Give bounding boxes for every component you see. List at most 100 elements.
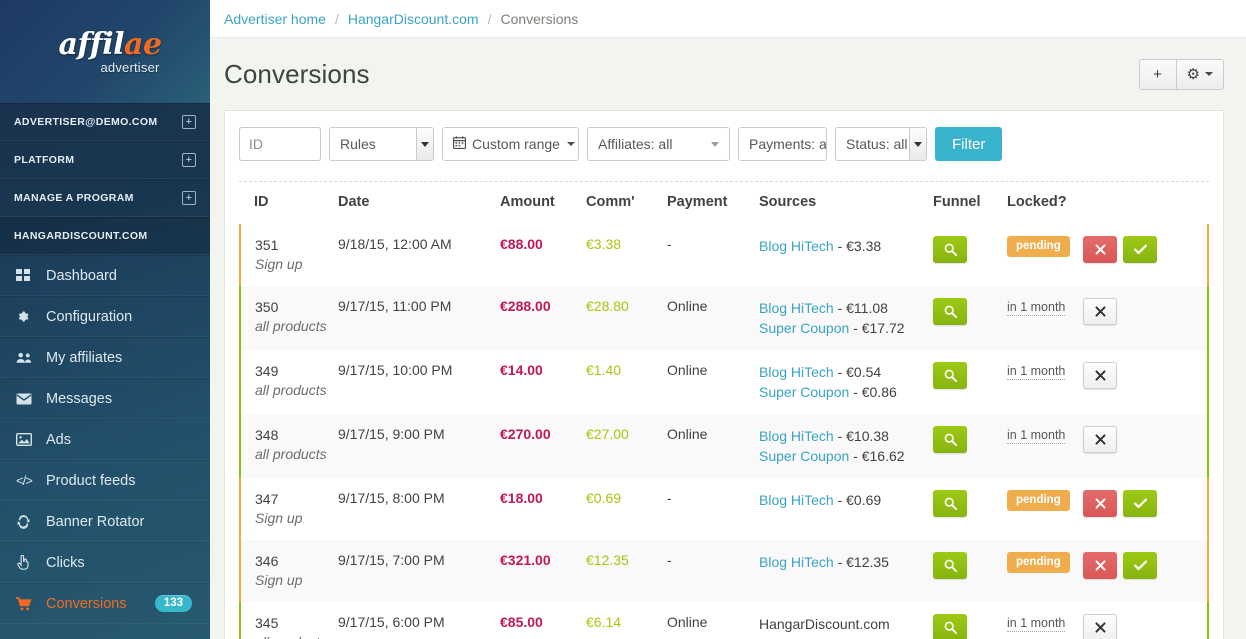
logo-area[interactable]: affilae advertiser (0, 0, 210, 103)
sidebar-item-product-feeds[interactable]: </> Product feeds (0, 460, 210, 501)
reject-conversion-button[interactable] (1083, 552, 1117, 579)
sidebar-item-configuration[interactable]: Configuration (0, 296, 210, 337)
sidebar-item-dashboard[interactable]: Dashboard (0, 255, 210, 296)
source-link[interactable]: Super Coupon (759, 448, 849, 464)
rules-filter-select[interactable]: Rules (329, 127, 434, 161)
conversion-id: 346 (255, 553, 279, 569)
source-link[interactable]: Blog HiTech (759, 428, 834, 444)
table-row[interactable]: 346 Sign up 9/17/15, 7:00 PM €321.00 €12.35 -… (239, 540, 1209, 602)
source-line[interactable]: Blog HiTech - €10.38 (759, 426, 933, 446)
table-row[interactable]: 347 Sign up 9/17/15, 8:00 PM €18.00 €0.69 - Bl… (239, 478, 1209, 540)
conversion-type: all products (255, 318, 327, 334)
status-filter-select[interactable]: Status: all (835, 127, 927, 161)
view-funnel-button[interactable] (933, 236, 967, 263)
source-link[interactable]: Blog HiTech (759, 492, 834, 508)
cell-commission: €0.69 (586, 478, 667, 540)
sidebar-item-label: My affiliates (46, 349, 123, 366)
source-link[interactable]: Super Coupon (759, 320, 849, 336)
sidebar-section-manage-program[interactable]: MANAGE A PROGRAM + (0, 179, 210, 217)
cell-funnel (933, 286, 1007, 350)
page-header: Conversions + ⚙ (210, 38, 1246, 110)
sidebar-section-account[interactable]: ADVERTISER@DEMO.COM + (0, 103, 210, 141)
sidebar-item-messages[interactable]: Messages (0, 378, 210, 419)
table-header-row: ID Date Amount Comm' Payment Sources Fun… (240, 182, 1208, 224)
plus-icon[interactable]: + (182, 191, 196, 205)
plus-icon[interactable]: + (182, 153, 196, 167)
sidebar-item-label: Messages (46, 390, 113, 407)
affiliates-filter-select[interactable]: Affiliates: all (587, 127, 730, 161)
cancel-conversion-button[interactable] (1083, 362, 1117, 389)
source-line[interactable]: Blog HiTech - €11.08 (759, 298, 933, 318)
view-funnel-button[interactable] (933, 298, 967, 325)
source-line[interactable]: Blog HiTech - €12.35 (759, 552, 933, 572)
commission-value: €1.40 (586, 362, 622, 378)
sidebar-section-platform[interactable]: PLATFORM + (0, 141, 210, 179)
cancel-conversion-button[interactable] (1083, 298, 1117, 325)
locked-until-text[interactable]: in 1 month (1007, 364, 1066, 380)
view-funnel-button[interactable] (933, 552, 967, 579)
column-header-funnel: Funnel (933, 194, 981, 210)
chevron-down-icon[interactable] (416, 128, 433, 160)
sidebar-item-my-affiliates[interactable]: My affiliates (0, 337, 210, 378)
source-link[interactable]: Blog HiTech (759, 238, 834, 254)
reject-conversion-button[interactable] (1083, 236, 1117, 263)
view-funnel-button[interactable] (933, 362, 967, 389)
cell-amount: €270.00 (500, 414, 586, 478)
validate-conversion-button[interactable] (1123, 236, 1157, 263)
column-header-sources: Sources (759, 194, 817, 210)
locked-until-text[interactable]: in 1 month (1007, 428, 1066, 444)
source-line[interactable]: Blog HiTech - €0.54 (759, 362, 933, 382)
table-row[interactable]: 351 Sign up 9/18/15, 12:00 AM €88.00 €3.38 - B… (239, 224, 1209, 286)
source-line[interactable]: Blog HiTech - €0.69 (759, 490, 933, 510)
conversion-type: Sign up (255, 510, 303, 526)
source-line[interactable]: Blog HiTech - €2.36 (759, 634, 933, 639)
source-line[interactable]: Blog HiTech - €3.38 (759, 236, 933, 256)
table-row[interactable]: 345 all products9/17/15, 6:00 PM €85.00 €6.… (239, 602, 1209, 639)
cell-sources: HangarDiscount.comBlog HiTech - €2.36...… (759, 602, 933, 639)
view-funnel-button[interactable] (933, 426, 967, 453)
settings-dropdown-button[interactable]: ⚙ (1176, 58, 1224, 90)
cancel-conversion-button[interactable] (1083, 426, 1117, 453)
column-header-amount: Amount (500, 194, 555, 210)
locked-until-text[interactable]: in 1 month (1007, 616, 1066, 632)
sidebar-item-ads[interactable]: Ads (0, 419, 210, 460)
cell-date: 9/17/15, 10:00 PM (338, 362, 453, 378)
filter-button[interactable]: Filter (935, 127, 1003, 161)
cell-id: 348 all products (239, 414, 338, 478)
chevron-down-icon[interactable] (909, 128, 926, 160)
sidebar-item-clicks[interactable]: Clicks (0, 542, 210, 583)
source-line[interactable]: Super Coupon - €16.62 (759, 446, 933, 466)
column-header-payment: Payment (667, 194, 728, 210)
sidebar-item-conversions[interactable]: Conversions 133 (0, 583, 210, 624)
table-row[interactable]: 350 all products 9/17/15, 11:00 PM €288.00 €… (239, 286, 1209, 350)
cancel-conversion-button[interactable] (1083, 614, 1117, 639)
column-header-locked: Locked? (1007, 194, 1067, 210)
conversion-id: 348 (255, 427, 279, 443)
source-link[interactable]: Blog HiTech (759, 300, 834, 316)
add-conversion-button[interactable]: + (1138, 58, 1177, 90)
source-line[interactable]: Super Coupon - €17.72 (759, 318, 933, 338)
table-row[interactable]: 349 all products 9/17/15, 10:00 PM €14.00 €1… (239, 350, 1209, 414)
table-row[interactable]: 348 all products 9/17/15, 9:00 PM €270.00 €2… (239, 414, 1209, 478)
source-link[interactable]: Blog HiTech (759, 364, 834, 380)
view-funnel-button[interactable] (933, 614, 967, 639)
plus-icon[interactable]: + (182, 115, 196, 129)
validate-conversion-button[interactable] (1123, 552, 1157, 579)
breadcrumb-home-link[interactable]: Advertiser home (224, 11, 326, 27)
cell-locked: in 1 month (1007, 350, 1083, 414)
id-filter-input[interactable] (239, 127, 321, 161)
locked-until-text[interactable]: in 1 month (1007, 300, 1066, 316)
source-link[interactable]: Blog HiTech (759, 554, 834, 570)
payments-filter-select[interactable]: Payments: all (738, 127, 827, 161)
source-link[interactable]: Super Coupon (759, 384, 849, 400)
amount-value: €321.00 (500, 552, 551, 568)
source-line[interactable]: Super Coupon - €0.86 (759, 382, 933, 402)
view-funnel-button[interactable] (933, 490, 967, 517)
reject-conversion-button[interactable] (1083, 490, 1117, 517)
sidebar-item-banner-rotator[interactable]: Banner Rotator (0, 501, 210, 542)
sidebar-section-current-program[interactable]: HANGARDISCOUNT.COM (0, 217, 210, 255)
date-range-picker[interactable]: Custom range (442, 127, 579, 161)
validate-conversion-button[interactable] (1123, 490, 1157, 517)
breadcrumb-program-link[interactable]: HangarDiscount.com (348, 11, 479, 27)
grid-icon (16, 269, 40, 282)
